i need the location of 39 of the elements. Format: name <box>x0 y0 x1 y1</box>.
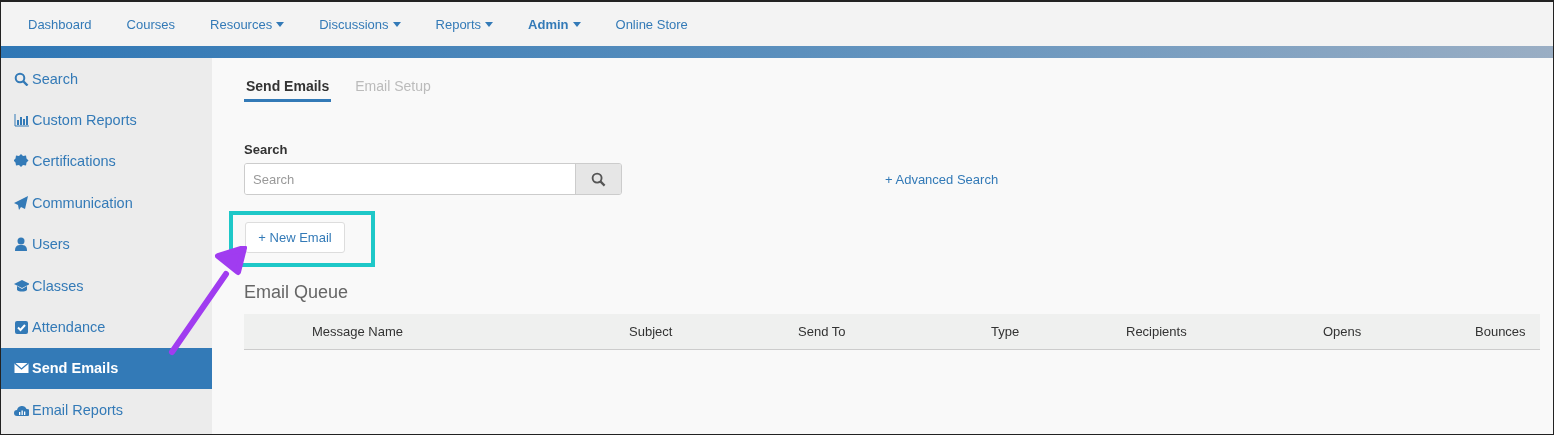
column-header: Bounces <box>1475 324 1527 339</box>
column-header: Send To <box>798 324 847 339</box>
sidebar-item[interactable]: Search <box>1 58 212 100</box>
column-header: Message Name <box>312 324 405 339</box>
envelope-icon <box>14 361 29 376</box>
checkbox-icon <box>14 320 29 335</box>
nav-link[interactable]: Reports <box>435 16 494 32</box>
nav-link[interactable]: Admin <box>528 16 581 32</box>
nav-link[interactable]: Dashboard <box>28 16 92 32</box>
nav-link[interactable]: Discussions <box>319 16 401 32</box>
bar-chart-icon <box>14 113 29 128</box>
column-header: Recipients <box>1126 324 1188 339</box>
nav-link[interactable]: Online Store <box>615 16 688 32</box>
user-icon <box>14 237 29 252</box>
column-header: Subject <box>629 324 674 339</box>
sidebar-item[interactable]: Certifications <box>1 140 212 183</box>
nav-link[interactable]: Resources <box>210 16 285 32</box>
paper-plane-icon <box>14 195 29 210</box>
new-email-button[interactable]: + New Email <box>245 222 345 253</box>
tab[interactable]: Send Emails <box>244 76 332 102</box>
sidebar-item[interactable]: Email Reports <box>1 389 212 431</box>
sidebar-item[interactable]: Communication <box>1 182 212 224</box>
field-label: Search <box>244 142 288 157</box>
badge-icon <box>14 154 29 169</box>
sidebar-item[interactable]: Classes <box>1 264 212 307</box>
search-field[interactable]: Search <box>244 163 622 195</box>
section-title: Email Queue <box>244 282 349 303</box>
column-header: Opens <box>1323 324 1363 339</box>
graduation-cap-icon <box>14 278 29 293</box>
sidebar-item[interactable]: Users <box>1 223 212 265</box>
column-header: Type <box>991 324 1021 339</box>
search-icon <box>591 171 606 187</box>
sidebar-item[interactable]: Attendance <box>1 306 212 348</box>
search-icon <box>14 71 29 86</box>
search-button[interactable] <box>575 164 621 194</box>
nav-link[interactable]: Courses <box>126 16 176 32</box>
advanced-search-link[interactable]: + Advanced Search <box>885 171 999 187</box>
sidebar-item[interactable]: Custom Reports <box>1 99 212 141</box>
sidebar-item[interactable]: Send Emails <box>1 347 212 390</box>
